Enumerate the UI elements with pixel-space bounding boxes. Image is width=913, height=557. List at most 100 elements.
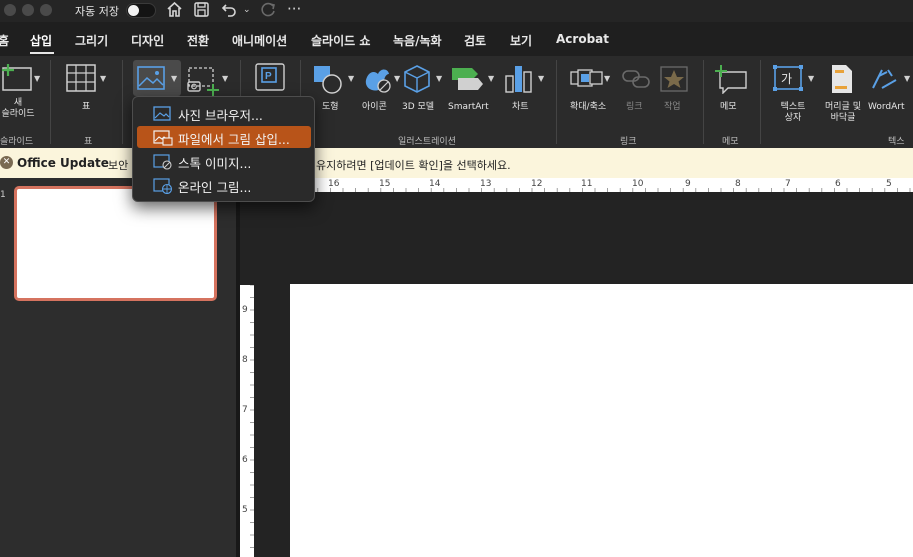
3d-models-dropdown-icon: ▼ (436, 74, 443, 83)
undo-icon[interactable] (221, 1, 238, 22)
icons-label: 아이콘 (362, 102, 387, 112)
link-label: 링크 (626, 102, 643, 112)
action-button[interactable]: 작업 (656, 60, 696, 126)
tab-insert[interactable]: 삽입 (30, 32, 52, 49)
ribbon-separator (122, 60, 123, 144)
ruler-number: 14 (429, 179, 441, 189)
link-icon (622, 70, 650, 88)
comment-icon (715, 65, 747, 94)
home-icon[interactable] (166, 1, 183, 22)
tab-review[interactable]: 검토 (464, 32, 486, 49)
screenshot-button[interactable]: ▼ (185, 60, 233, 96)
wordart-button[interactable]: ▼ WordArt (866, 60, 913, 126)
wordart-icon (872, 69, 897, 89)
ruler-number: 15 (379, 179, 391, 189)
screenshot-dropdown-icon: ▼ (222, 74, 229, 83)
header-footer-label: 머리글 및 바닥글 (825, 102, 861, 123)
ruler-number: 12 (531, 179, 543, 189)
group-label-text: 텍스 (888, 137, 905, 147)
tab-recording[interactable]: 녹음/녹화 (393, 32, 442, 49)
tab-view[interactable]: 보기 (510, 32, 532, 49)
pictures-dropdown-icon: ▼ (171, 74, 178, 83)
ruler-number: 5 (242, 505, 248, 515)
slide-canvas[interactable] (290, 284, 913, 557)
ruler-number: 7 (785, 179, 791, 189)
menu-item-label: 온라인 그림... (178, 180, 252, 195)
chart-dropdown-icon: ▼ (538, 74, 545, 83)
svg-text:P: P (265, 71, 272, 82)
3d-models-button[interactable]: ▼ 3D 모델 (400, 60, 446, 126)
link-button[interactable]: 링크 (616, 60, 656, 126)
ribbon-separator (50, 60, 51, 144)
more-options-icon[interactable]: ··· (287, 0, 301, 18)
ruler-number: 10 (632, 179, 644, 189)
new-slide-button[interactable]: ▼ 새 슬라이드 (0, 60, 46, 126)
3d-models-label: 3D 모델 (402, 102, 435, 112)
picture-from-file-icon (153, 130, 173, 146)
pictures-button[interactable]: ▼ (133, 60, 181, 96)
minimize-window-button[interactable] (22, 4, 34, 16)
save-icon[interactable] (193, 1, 210, 22)
shapes-button[interactable]: ▼ 도형 (310, 60, 358, 126)
new-slide-icon (2, 64, 32, 91)
action-star-icon (660, 66, 688, 92)
header-footer-icon (832, 65, 852, 93)
insert-picture-menu: 사진 브라우저... 파일에서 그림 삽입... 스톡 이미지... 온라인 그… (132, 96, 315, 202)
textbox-icon: 가 (773, 65, 803, 91)
menu-item-label: 사진 브라우저... (178, 108, 263, 123)
icons-button[interactable]: ▼ 아이콘 (358, 60, 402, 126)
shapes-label: 도형 (322, 102, 339, 112)
tab-slideshow[interactable]: 슬라이드 쇼 (311, 32, 370, 49)
comment-button[interactable]: 메모 (712, 60, 750, 126)
zoom-window-button[interactable] (40, 4, 52, 16)
tab-draw[interactable]: 그리기 (75, 32, 108, 49)
ruler-number: 9 (242, 305, 248, 315)
vertical-ruler: 9 8 7 6 5 (240, 285, 254, 557)
online-picture-icon (153, 178, 173, 194)
menu-item-stock-images[interactable]: 스톡 이미지... (137, 150, 311, 172)
vertical-ruler-ticks (250, 285, 254, 548)
textbox-button[interactable]: 가 ▼ 텍스트 상자 (770, 60, 818, 126)
new-slide-dropdown-icon: ▼ (34, 74, 41, 83)
dismiss-notice-icon[interactable]: ✕ (0, 156, 13, 169)
menu-item-label: 스톡 이미지... (178, 156, 252, 171)
ribbon-separator (760, 60, 761, 144)
redo-icon[interactable] (260, 1, 277, 22)
wordart-label: WordArt (868, 102, 905, 112)
zoom-icon (570, 69, 603, 87)
slide-thumbnail-pane: 1 (0, 178, 236, 557)
smartart-dropdown-icon: ▼ (488, 74, 495, 83)
close-window-button[interactable] (4, 4, 16, 16)
3d-cube-icon (404, 65, 430, 93)
tab-design[interactable]: 디자인 (131, 32, 164, 49)
stock-image-icon (153, 154, 172, 170)
toggle-knob (128, 5, 139, 16)
slide-thumbnail[interactable] (14, 186, 217, 301)
tab-transitions[interactable]: 전환 (187, 32, 209, 49)
action-label: 작업 (664, 102, 681, 112)
menu-item-online-pictures[interactable]: 온라인 그림... (137, 174, 311, 196)
textbox-label: 텍스트 상자 (780, 102, 806, 123)
tab-home[interactable]: 홈 (0, 32, 9, 49)
ruler-number: 9 (685, 179, 691, 189)
autosave-label: 자동 저장 (75, 5, 119, 18)
table-button[interactable]: ▼ 표 (62, 60, 112, 126)
ribbon-tabs: 홈 삽입 그리기 디자인 전환 애니메이션 슬라이드 쇼 녹음/녹화 검토 보기… (0, 28, 913, 54)
ruler-number: 6 (835, 179, 841, 189)
tab-animations[interactable]: 애니메이션 (232, 32, 287, 49)
smartart-button[interactable]: ▼ SmartArt (448, 60, 500, 126)
autosave-toggle[interactable] (126, 3, 156, 18)
undo-dropdown-icon[interactable]: ⌄ (243, 1, 251, 19)
chart-label: 차트 (512, 102, 529, 112)
tab-acrobat[interactable]: Acrobat (556, 32, 609, 46)
ruler-number: 5 (886, 179, 892, 189)
horizontal-ruler: 16 15 14 13 12 11 10 9 8 7 6 5 (255, 178, 913, 192)
chart-button[interactable]: ▼ 차트 (502, 60, 546, 126)
header-footer-button[interactable]: 머리글 및 바닥글 (818, 60, 866, 126)
menu-item-picture-from-file[interactable]: 파일에서 그림 삽입... (137, 126, 311, 148)
textbox-dropdown-icon: ▼ (808, 74, 815, 83)
photo-album-button[interactable]: P (254, 62, 288, 96)
zoom-button[interactable]: ▼ 확대/축소 (566, 60, 614, 126)
menu-item-photo-browser[interactable]: 사진 브라우저... (137, 102, 311, 124)
shapes-icon (314, 66, 342, 94)
